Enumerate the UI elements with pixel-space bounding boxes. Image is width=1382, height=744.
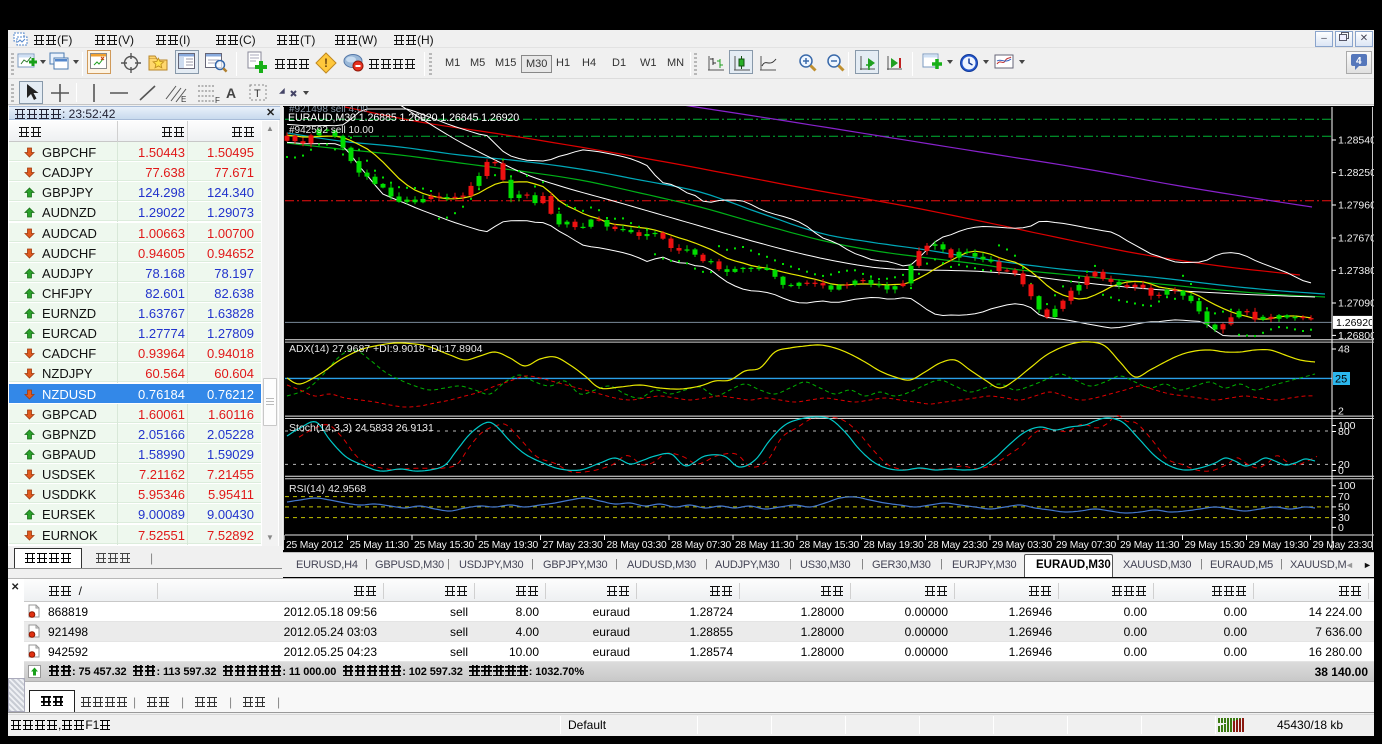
svg-text:1.27960: 1.27960 bbox=[1338, 200, 1374, 212]
svg-text:0: 0 bbox=[1338, 465, 1344, 477]
svg-text:2: 2 bbox=[1338, 406, 1344, 418]
svg-text:25 May 11:30: 25 May 11:30 bbox=[350, 540, 410, 551]
svg-text:ADX(14) 27.9687 +DI:9.9018 -DI: ADX(14) 27.9687 +DI:9.9018 -DI:17.8904 bbox=[289, 343, 483, 355]
svg-text:48: 48 bbox=[1338, 344, 1350, 356]
svg-text:1.26800: 1.26800 bbox=[1338, 330, 1374, 342]
svg-text:29 May 23:30: 29 May 23:30 bbox=[1313, 540, 1373, 551]
svg-text:29 May 07:30: 29 May 07:30 bbox=[1056, 540, 1116, 551]
svg-text:Stoch(14,3,3) 24.5833 26.9131: Stoch(14,3,3) 24.5833 26.9131 bbox=[289, 422, 434, 434]
svg-text:1.28540: 1.28540 bbox=[1338, 135, 1374, 147]
svg-text:0: 0 bbox=[1338, 522, 1344, 534]
svg-text:28 May 11:30: 28 May 11:30 bbox=[735, 540, 795, 551]
svg-text:28 May 03:30: 28 May 03:30 bbox=[607, 540, 667, 551]
svg-text:F: F bbox=[215, 96, 220, 103]
svg-text:27 May 23:30: 27 May 23:30 bbox=[543, 540, 603, 551]
svg-text:25 May 19:30: 25 May 19:30 bbox=[478, 540, 538, 551]
svg-text:25: 25 bbox=[1335, 374, 1347, 386]
svg-text:29 May 03:30: 29 May 03:30 bbox=[992, 540, 1052, 551]
svg-text:28 May 15:30: 28 May 15:30 bbox=[799, 540, 859, 551]
svg-text:!: ! bbox=[324, 56, 328, 70]
svg-text:29 May 19:30: 29 May 19:30 bbox=[1249, 540, 1309, 551]
svg-text:1.27670: 1.27670 bbox=[1338, 233, 1374, 245]
svg-text:EURAUD,M30 1.26885 1.26920 1.: EURAUD,M30 1.26885 1.26920 1.26845 1.269… bbox=[288, 112, 519, 124]
svg-text:T: T bbox=[254, 88, 261, 100]
svg-text:29 May 11:30: 29 May 11:30 bbox=[1120, 540, 1180, 551]
svg-text:28 May 19:30: 28 May 19:30 bbox=[864, 540, 924, 551]
svg-text:25 May 2012: 25 May 2012 bbox=[286, 540, 344, 551]
svg-text:1.27090: 1.27090 bbox=[1338, 298, 1374, 310]
svg-text:28 May 07:30: 28 May 07:30 bbox=[671, 540, 731, 551]
svg-text:1.27380: 1.27380 bbox=[1338, 265, 1374, 277]
svg-text:E: E bbox=[181, 95, 186, 103]
svg-text:25 May 15:30: 25 May 15:30 bbox=[414, 540, 474, 551]
svg-text:1.26920: 1.26920 bbox=[1336, 317, 1374, 329]
svg-text:1.28250: 1.28250 bbox=[1338, 167, 1374, 179]
svg-text:4: 4 bbox=[1356, 56, 1362, 67]
svg-text:29 May 15:30: 29 May 15:30 bbox=[1185, 540, 1245, 551]
svg-text:RSI(14) 42.9568: RSI(14) 42.9568 bbox=[289, 483, 366, 495]
svg-text:28 May 23:30: 28 May 23:30 bbox=[928, 540, 988, 551]
svg-text:80: 80 bbox=[1338, 426, 1350, 438]
svg-text:#942592 sell 10.00: #942592 sell 10.00 bbox=[289, 125, 374, 136]
